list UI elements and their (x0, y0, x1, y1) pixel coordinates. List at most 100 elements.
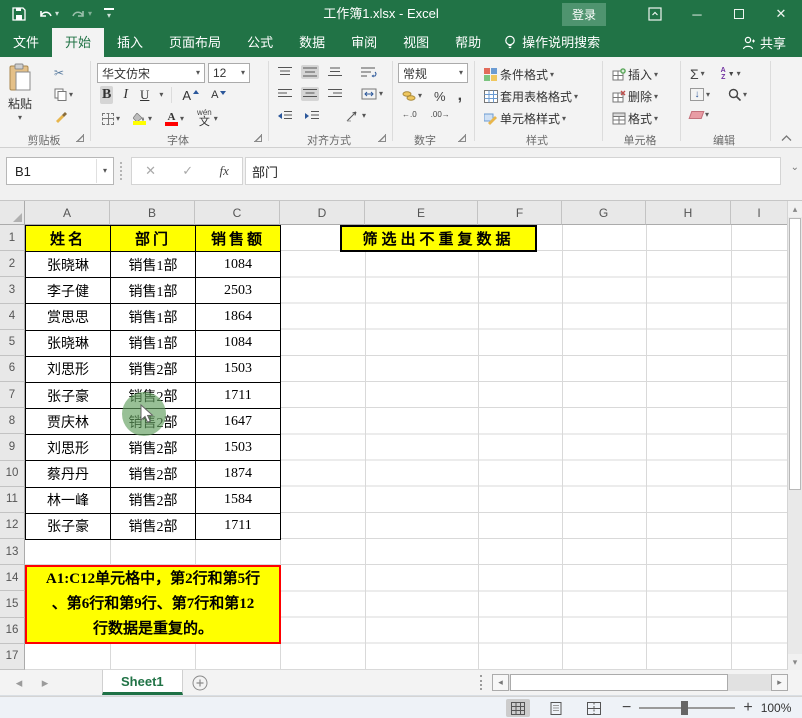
tab-page-layout[interactable]: 页面布局 (156, 28, 234, 57)
cell-c10[interactable]: 1874 (196, 461, 281, 488)
cell-c8[interactable]: 1647 (196, 409, 281, 436)
cut-button[interactable]: ✂ (52, 65, 66, 81)
align-left-button[interactable] (276, 87, 294, 101)
tab-insert[interactable]: 插入 (104, 28, 156, 57)
formula-bar-expand-icon[interactable]: ⌄ (791, 162, 799, 173)
scroll-left-icon[interactable]: ◂ (492, 674, 509, 691)
number-dialog-launcher[interactable] (458, 134, 466, 142)
row-header-8[interactable]: 8 (0, 408, 25, 435)
zoom-level[interactable]: 100% (761, 701, 792, 715)
row-header-12[interactable]: 12 (0, 512, 25, 540)
grow-font-button[interactable]: A (180, 87, 201, 104)
cell-c2[interactable]: 1084 (196, 252, 281, 279)
cell-a8[interactable]: 贾庆林 (26, 409, 111, 436)
collapse-ribbon-button[interactable] (781, 131, 792, 145)
tab-help[interactable]: 帮助 (442, 28, 494, 57)
conditional-formatting-button[interactable]: 条件格式 ▾ (482, 65, 556, 84)
zoom-slider-thumb[interactable] (681, 701, 689, 715)
cell-a3[interactable]: 李子健 (26, 278, 111, 305)
column-header-c[interactable]: C (195, 201, 280, 225)
cell-b12[interactable]: 销售2部 (111, 513, 196, 540)
increase-indent-button[interactable] (303, 109, 321, 123)
normal-view-button[interactable] (506, 699, 530, 717)
add-sheet-button[interactable] (183, 670, 217, 695)
cell-a12[interactable]: 张子豪 (26, 513, 111, 540)
increase-decimal-button[interactable]: ←.0 (400, 110, 419, 120)
wrap-text-button[interactable] (359, 65, 379, 79)
tab-formulas[interactable]: 公式 (234, 28, 286, 57)
font-color-button[interactable]: A ▾ (163, 111, 186, 127)
horizontal-scrollbar[interactable]: ◂ ▸ (492, 674, 788, 691)
horizontal-scroll-thumb[interactable] (510, 674, 728, 691)
cell-b11[interactable]: 销售2部 (111, 487, 196, 514)
maximize-button[interactable] (718, 0, 760, 28)
borders-button[interactable]: ▾ (100, 112, 122, 126)
zoom-slider[interactable] (639, 701, 736, 715)
cancel-entry-icon[interactable]: ✕ (145, 163, 156, 179)
save-button[interactable] (12, 7, 26, 21)
fill-button[interactable]: ↓ ▾ (688, 87, 712, 102)
shrink-font-button[interactable]: A (209, 88, 228, 102)
share-button[interactable]: 共享 (742, 28, 802, 57)
font-name-combo[interactable]: 华文仿宋 ▾ (97, 63, 205, 83)
decrease-indent-button[interactable] (276, 109, 294, 123)
scroll-right-icon[interactable]: ▸ (771, 674, 788, 691)
accounting-format-button[interactable]: ▾ (400, 89, 424, 103)
row-header-4[interactable]: 4 (0, 303, 25, 330)
column-header-g[interactable]: G (562, 201, 646, 225)
scroll-up-icon[interactable]: ▴ (788, 201, 802, 217)
number-format-combo[interactable]: 常规 ▾ (398, 63, 468, 83)
tab-view[interactable]: 视图 (390, 28, 442, 57)
row-header-5[interactable]: 5 (0, 329, 25, 356)
scroll-down-icon[interactable]: ▾ (788, 654, 802, 670)
merge-center-button[interactable]: ▾ (359, 87, 385, 101)
column-header-e[interactable]: E (365, 201, 478, 225)
cell-b9[interactable]: 销售2部 (111, 435, 196, 462)
header-cell-a1[interactable]: 姓名 (26, 226, 111, 253)
close-button[interactable]: ✕ (760, 0, 802, 28)
row-header-2[interactable]: 2 (0, 251, 25, 278)
cell-a11[interactable]: 林一峰 (26, 487, 111, 514)
format-cells-button[interactable]: 格式 ▾ (610, 109, 660, 128)
ribbon-display-options-button[interactable] (634, 0, 676, 28)
insert-cells-button[interactable]: 插入 ▾ (610, 65, 660, 84)
paste-button[interactable]: 粘贴 ▾ (8, 63, 32, 122)
cell-a5[interactable]: 张晓琳 (26, 330, 111, 357)
cell-a6[interactable]: 刘思形 (26, 356, 111, 383)
customize-qat-button[interactable]: ▾ (104, 8, 115, 20)
name-box[interactable]: B1 ▾ (6, 157, 114, 185)
minimize-button[interactable]: ─ (676, 0, 718, 28)
name-box-dropdown-icon[interactable]: ▾ (95, 159, 113, 183)
zoom-out-icon[interactable]: − (622, 699, 631, 717)
column-header-a[interactable]: A (25, 201, 110, 225)
cell-b8[interactable]: 销售2部 (111, 409, 196, 436)
banner-cell[interactable]: 筛选出不重复数据 (340, 225, 537, 252)
undo-dropdown-icon[interactable]: ▾ (55, 10, 59, 18)
format-painter-button[interactable] (52, 109, 69, 124)
tab-home[interactable]: 开始 (52, 28, 105, 57)
zoom-in-icon[interactable]: + (743, 699, 752, 717)
sheet-tab-sheet1[interactable]: Sheet1 (102, 670, 183, 695)
vertical-scroll-thumb[interactable] (789, 218, 801, 490)
column-header-d[interactable]: D (280, 201, 365, 225)
formula-bar-resize-handle[interactable] (120, 162, 122, 180)
cell-c4[interactable]: 1864 (196, 304, 281, 331)
clear-button[interactable]: ▾ (688, 110, 711, 120)
cell-a2[interactable]: 张晓琳 (26, 252, 111, 279)
cell-a9[interactable]: 刘思形 (26, 435, 111, 462)
row-header-14[interactable]: 14 (0, 565, 25, 592)
find-select-button[interactable]: ▾ (726, 87, 749, 102)
cell-a10[interactable]: 蔡丹丹 (26, 461, 111, 488)
decrease-decimal-button[interactable]: .00→ (429, 110, 452, 120)
row-header-13[interactable]: 13 (0, 539, 25, 566)
prev-sheet-icon[interactable]: ◂ (6, 670, 32, 695)
column-header-f[interactable]: F (478, 201, 562, 225)
tab-file[interactable]: 文件 (0, 28, 52, 57)
cell-b10[interactable]: 销售2部 (111, 461, 196, 488)
cell-b7[interactable]: 销售2部 (111, 382, 196, 410)
cell-b5[interactable]: 销售1部 (111, 330, 196, 357)
row-header-16[interactable]: 16 (0, 617, 25, 644)
redo-dropdown-icon[interactable]: ▾ (88, 10, 92, 18)
undo-button[interactable]: ▾ (38, 8, 59, 21)
page-break-view-button[interactable] (582, 699, 606, 717)
